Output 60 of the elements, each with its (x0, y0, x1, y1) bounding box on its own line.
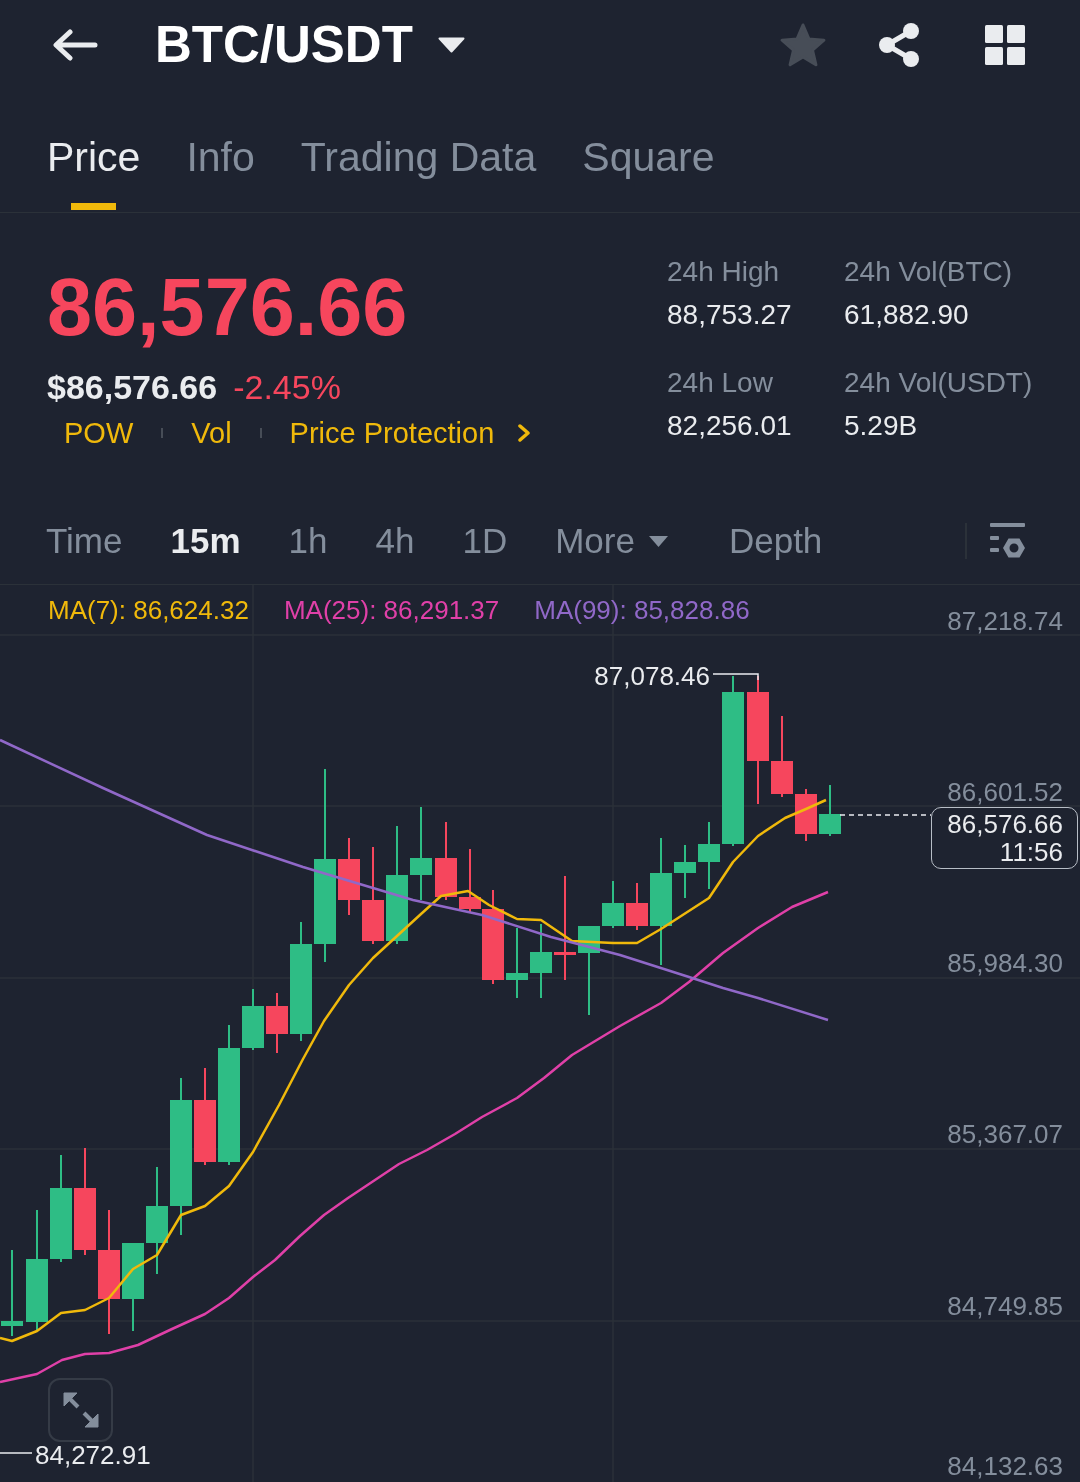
expand-button[interactable] (48, 1378, 113, 1442)
moving-average-legend: MA(99): 85,828.86 (534, 595, 750, 625)
grid-icon[interactable] (985, 25, 1025, 65)
price-axis-label: 86,601.52 (947, 778, 1063, 806)
depth-tab[interactable]: Depth (728, 517, 823, 565)
stat-value: 5.29B (844, 409, 919, 443)
stat-value: 88,753.27 (667, 298, 793, 332)
usd-price: $86,576.66 (47, 367, 218, 408)
high-price-label: 87,078.46 (594, 664, 710, 688)
rising-candle (602, 880, 624, 929)
tab[interactable]: Price (47, 133, 141, 210)
tag-link[interactable]: Vol (191, 413, 232, 453)
expand-icon (62, 1392, 99, 1428)
price-change: -2.45% (233, 367, 341, 408)
more-dropdown[interactable]: More (555, 517, 668, 565)
falling-candle (795, 788, 817, 842)
leader-line (712, 673, 759, 681)
price-axis-label: 84,132.63 (947, 1452, 1063, 1480)
interval-tab[interactable]: 1D (462, 517, 508, 565)
stat-value: 61,882.90 (844, 298, 970, 332)
current-price: 86,576.66 (946, 810, 1063, 838)
settings-icon[interactable] (990, 523, 1025, 559)
price-axis-label: 84,749.85 (947, 1292, 1063, 1320)
falling-candle (626, 882, 648, 931)
rising-candle (242, 988, 264, 1051)
interval-tab[interactable]: Time (46, 517, 123, 565)
price-axis-label: 85,984.30 (947, 949, 1063, 977)
share-icon[interactable] (877, 23, 921, 67)
detail-link[interactable]: Price Protection (289, 413, 531, 453)
moving-average-legend: MA(25): 86,291.37 (283, 595, 500, 625)
chevron-icon (518, 424, 531, 442)
star-icon[interactable] (780, 23, 826, 67)
tab[interactable]: Square (582, 133, 715, 210)
last-price: 86,576.66 (47, 262, 408, 352)
interval-tab[interactable]: 1h (288, 517, 328, 565)
rising-candle (698, 821, 720, 890)
rising-candle (674, 844, 696, 899)
moving-average-legend: MA(7): 86,624.32 (48, 595, 249, 625)
leader-line (0, 1452, 33, 1454)
price-axis-label: 85,367.07 (947, 1120, 1063, 1148)
caret-icon (437, 37, 465, 53)
tag-link[interactable]: POW (64, 413, 134, 453)
rising-candle (819, 784, 841, 837)
stat-label: 24h Vol(BTC) (844, 255, 1014, 289)
tab[interactable]: Trading Data (300, 133, 537, 210)
stat-label: 24h Low (667, 366, 774, 400)
falling-candle (266, 992, 288, 1054)
low-price-label: 84,272.91 (35, 1443, 151, 1467)
interval-tab[interactable]: 4h (375, 517, 415, 565)
back-icon[interactable] (52, 29, 98, 61)
countdown-timer: 11:56 (998, 838, 1063, 866)
stat-label: 24h Vol(USDT) (844, 366, 1033, 400)
tab[interactable]: Info (186, 133, 255, 210)
stat-value: 82,256.01 (667, 409, 793, 443)
price-axis-label: 87,218.74 (947, 607, 1063, 635)
caret-icon (648, 535, 668, 547)
interval-tab[interactable]: 15m (170, 517, 241, 565)
pair-selector[interactable]: BTC/USDT (155, 15, 465, 75)
rising-candle (506, 927, 528, 999)
stat-label: 24h High (667, 255, 781, 289)
